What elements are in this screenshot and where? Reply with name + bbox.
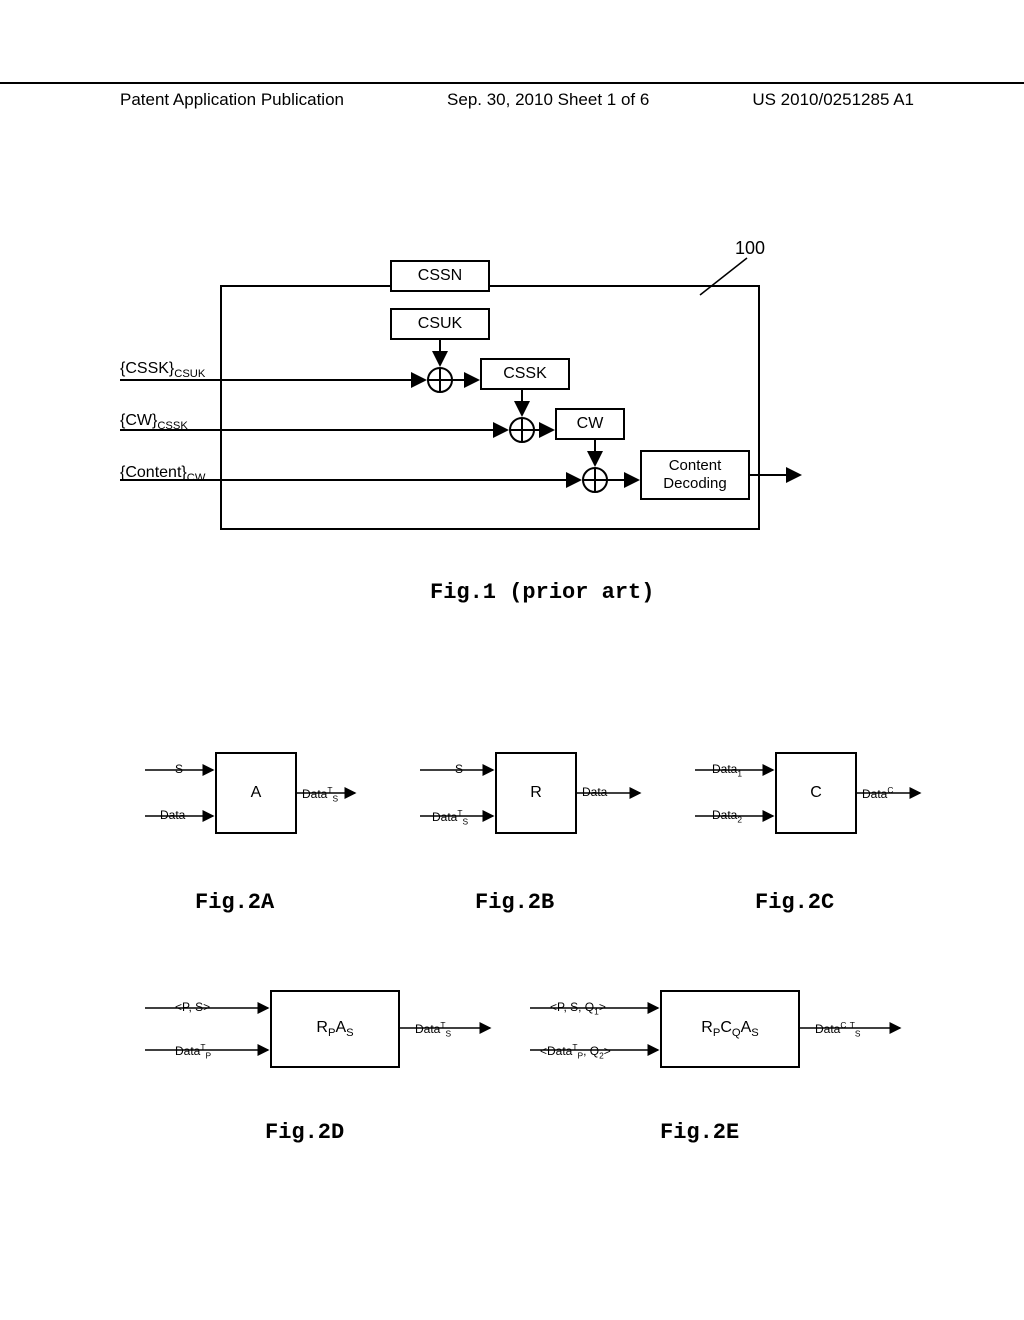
- fig2a-in1: S: [175, 762, 183, 776]
- content-decoding-label: Content Decoding: [642, 457, 748, 493]
- fig2d-box: RPAS: [270, 990, 400, 1068]
- fig2d-box-label: RPAS: [316, 1018, 353, 1041]
- fig2a-caption: Fig.2A: [195, 890, 274, 915]
- fig2b-caption: Fig.2B: [475, 890, 554, 915]
- fig2e-box-label: RPCQAS: [701, 1018, 758, 1041]
- fig2e-in2: <DataTP, Q2>: [540, 1042, 611, 1060]
- cssk-input-label: {CSSK}CSUK: [120, 360, 205, 380]
- cssn-box: CSSN: [390, 260, 490, 292]
- fig2c-in2: Data2: [712, 808, 742, 824]
- fig2b-box: R: [495, 752, 577, 834]
- fig2a-box: A: [215, 752, 297, 834]
- fig2c-box-label: C: [810, 783, 822, 802]
- fig2a-in2: Data: [160, 808, 185, 822]
- fig2e-in1: <P, S, Q1>: [550, 1000, 606, 1016]
- csuk-box: CSUK: [390, 308, 490, 340]
- fig2d-caption: Fig.2D: [265, 1120, 344, 1145]
- fig1-ref-num: 100: [735, 238, 765, 259]
- arrows-overlay: [0, 0, 1024, 1320]
- fig2c-in1: Data1: [712, 762, 742, 778]
- fig2c-box: C: [775, 752, 857, 834]
- fig2e-caption: Fig.2E: [660, 1120, 739, 1145]
- fig2e-out: DataC TS: [815, 1020, 860, 1038]
- content-input-label: {Content}CW: [120, 464, 205, 484]
- cw-input-label: {CW}CSSK: [120, 412, 188, 432]
- fig2a-box-label: A: [251, 783, 262, 802]
- fig2a-out: DataTS: [302, 785, 338, 803]
- fig2d-in1: <P, S>: [175, 1000, 210, 1014]
- content-decoding-box: Content Decoding: [640, 450, 750, 500]
- cssk-box: CSSK: [480, 358, 570, 390]
- fig2c-caption: Fig.2C: [755, 890, 834, 915]
- fig2d-out: DataTS: [415, 1020, 451, 1038]
- cw-label: CW: [577, 414, 604, 433]
- fig2d-in2: DataTP: [175, 1042, 211, 1060]
- fig2e-box: RPCQAS: [660, 990, 800, 1068]
- fig1-caption: Fig.1 (prior art): [430, 580, 654, 605]
- fig2b-out: Data: [582, 785, 607, 799]
- fig2b-box-label: R: [530, 783, 542, 802]
- cssn-label: CSSN: [418, 266, 462, 285]
- diagram-canvas: CSSN CSUK CSSK CW Content Decoding {CSSK…: [0, 0, 1024, 1320]
- cssk-label: CSSK: [503, 364, 547, 383]
- fig2b-in2: DataTS: [432, 808, 468, 826]
- fig2b-in1: S: [455, 762, 463, 776]
- cw-box: CW: [555, 408, 625, 440]
- csuk-label: CSUK: [418, 314, 462, 333]
- fig2c-out: DataC: [862, 785, 893, 801]
